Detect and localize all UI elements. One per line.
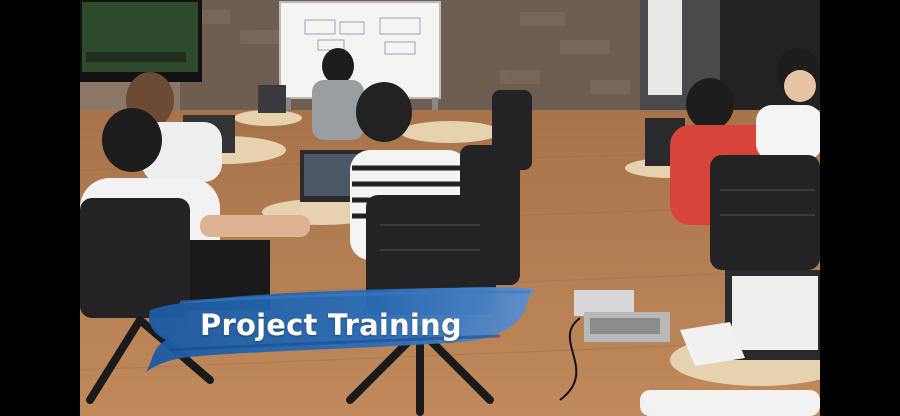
video-frame: Project Training [0,0,900,416]
classroom-photo [80,0,820,416]
caption-text: Project Training [200,308,462,342]
